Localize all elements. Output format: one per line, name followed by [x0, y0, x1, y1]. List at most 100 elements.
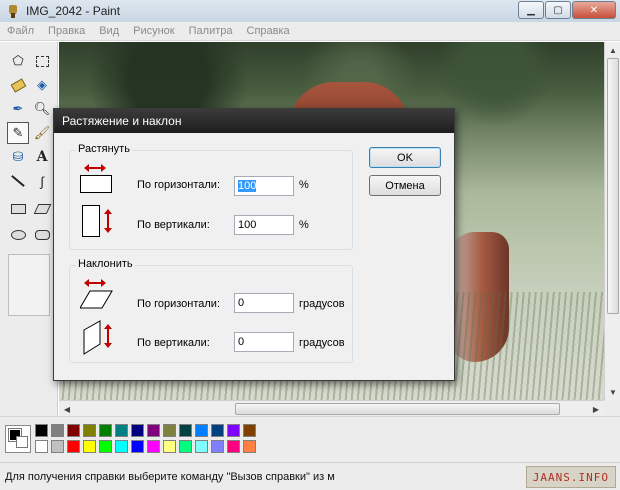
scroll-up-arrow-icon[interactable]: ▲	[605, 42, 620, 58]
fill-tool[interactable]: ◈	[31, 74, 53, 96]
horizontal-scrollbar[interactable]: ◀ ▶	[59, 400, 604, 416]
color-palette	[0, 416, 620, 462]
menu-help[interactable]: Справка	[240, 25, 297, 37]
skew-horizontal-unit: градусов	[299, 298, 345, 310]
rect-select-tool[interactable]	[31, 50, 53, 72]
palette-swatch[interactable]	[243, 424, 256, 437]
stretch-horizontal-unit: %	[299, 179, 309, 191]
brush-tool[interactable]: 🖌︎	[31, 122, 53, 144]
status-text: Для получения справки выберите команду "…	[5, 471, 335, 483]
palette-swatch[interactable]	[83, 440, 96, 453]
tool-options-box[interactable]	[8, 254, 50, 316]
stretch-horizontal-label: По горизонтали:	[137, 179, 220, 191]
current-colors[interactable]	[5, 425, 31, 453]
eraser-tool[interactable]	[7, 74, 29, 96]
stretch-horizontal-icon	[80, 163, 114, 193]
scroll-down-arrow-icon[interactable]: ▼	[605, 384, 620, 400]
skew-vertical-input[interactable]: 0	[234, 332, 294, 352]
minimize-icon: ▁	[527, 4, 535, 16]
close-icon: ✕	[589, 4, 599, 16]
pencil-tool[interactable]: ✎	[7, 122, 29, 144]
menu-file[interactable]: Файл	[0, 25, 41, 37]
airbrush-icon: ⛁	[12, 149, 24, 164]
cancel-button[interactable]: Отмена	[369, 175, 441, 196]
airbrush-tool[interactable]: ⛁	[7, 146, 29, 168]
skew-group-label: Наклонить	[76, 258, 135, 270]
horizontal-scroll-thumb[interactable]	[235, 403, 560, 415]
stretch-vertical-unit: %	[299, 219, 309, 231]
palette-swatch[interactable]	[243, 440, 256, 453]
skew-vertical-icon	[80, 318, 114, 356]
palette-swatch[interactable]	[163, 440, 176, 453]
palette-swatch[interactable]	[179, 440, 192, 453]
maximize-button[interactable]: ▢	[545, 1, 571, 19]
palette-swatch[interactable]	[211, 440, 224, 453]
paint-app-icon	[6, 4, 20, 18]
menu-view[interactable]: Вид	[92, 25, 126, 37]
vertical-scrollbar[interactable]: ▲ ▼	[604, 42, 620, 400]
palette-swatch[interactable]	[179, 424, 192, 437]
menu-bar: Файл Правка Вид Рисунок Палитра Справка	[0, 22, 620, 41]
scroll-left-arrow-icon[interactable]: ◀	[59, 401, 75, 417]
palette-swatch[interactable]	[195, 424, 208, 437]
ellipse-tool[interactable]	[7, 224, 29, 246]
palette-swatch[interactable]	[227, 440, 240, 453]
rectangle-icon	[10, 204, 26, 214]
menu-image[interactable]: Рисунок	[126, 25, 182, 37]
palette-swatch[interactable]	[163, 424, 176, 437]
curve-tool[interactable]: ∫	[31, 170, 53, 192]
palette-swatch[interactable]	[147, 424, 160, 437]
palette-swatch[interactable]	[83, 424, 96, 437]
palette-swatch[interactable]	[51, 424, 64, 437]
close-button[interactable]: ✕	[572, 1, 616, 19]
palette-swatch[interactable]	[67, 424, 80, 437]
rectangle-tool[interactable]	[7, 198, 29, 220]
menu-edit[interactable]: Правка	[41, 25, 92, 37]
menu-colors[interactable]: Палитра	[182, 25, 240, 37]
text-icon: A	[36, 149, 48, 165]
background-color	[16, 436, 28, 448]
stretch-vertical-input[interactable]: 100	[234, 215, 294, 235]
free-select-tool[interactable]: ⬠	[7, 50, 29, 72]
window-controls: ▁ ▢ ✕	[517, 1, 616, 19]
skew-vertical-unit: градусов	[299, 337, 345, 349]
free-select-icon: ⬠	[12, 53, 24, 68]
palette-swatch[interactable]	[115, 440, 128, 453]
minimize-button[interactable]: ▁	[518, 1, 544, 19]
line-tool[interactable]	[7, 170, 29, 192]
stretch-vertical-icon	[80, 203, 114, 241]
palette-swatch[interactable]	[131, 440, 144, 453]
stretch-horizontal-input[interactable]: 100	[234, 176, 294, 196]
maximize-icon: ▢	[553, 4, 563, 16]
scroll-right-arrow-icon[interactable]: ▶	[588, 401, 604, 417]
eraser-icon	[10, 77, 26, 93]
ok-button[interactable]: OK	[369, 147, 441, 168]
color-picker-tool[interactable]: ✒	[7, 98, 29, 120]
palette-swatch[interactable]	[115, 424, 128, 437]
vertical-scroll-thumb[interactable]	[607, 58, 619, 314]
palette-swatch[interactable]	[147, 440, 160, 453]
text-tool[interactable]: A	[31, 146, 53, 168]
polygon-tool[interactable]	[31, 198, 53, 220]
palette-swatch[interactable]	[227, 424, 240, 437]
rounded-rect-tool[interactable]	[31, 224, 53, 246]
magnifier-tool[interactable]: 🔍︎	[31, 98, 53, 120]
rounded-rect-icon	[34, 230, 50, 240]
palette-swatch[interactable]	[131, 424, 144, 437]
title-bar: IMG_2042 - Paint ▁ ▢ ✕	[0, 0, 620, 22]
palette-swatch[interactable]	[99, 440, 112, 453]
palette-swatch[interactable]	[211, 424, 224, 437]
stretch-group: Растянуть По горизонтали: 100 % По верти…	[69, 143, 353, 250]
magnifier-icon: 🔍︎	[33, 101, 51, 116]
palette-swatch[interactable]	[99, 424, 112, 437]
palette-swatch[interactable]	[35, 424, 48, 437]
skew-horizontal-input[interactable]: 0	[234, 293, 294, 313]
fill-bucket-icon: ◈	[37, 77, 47, 92]
skew-horizontal-label: По горизонтали:	[137, 298, 220, 310]
brush-icon: 🖌︎	[33, 125, 51, 140]
palette-swatch[interactable]	[51, 440, 64, 453]
palette-swatch[interactable]	[195, 440, 208, 453]
palette-swatch[interactable]	[67, 440, 80, 453]
stretch-vertical-label: По вертикали:	[137, 219, 210, 231]
palette-swatch[interactable]	[35, 440, 48, 453]
